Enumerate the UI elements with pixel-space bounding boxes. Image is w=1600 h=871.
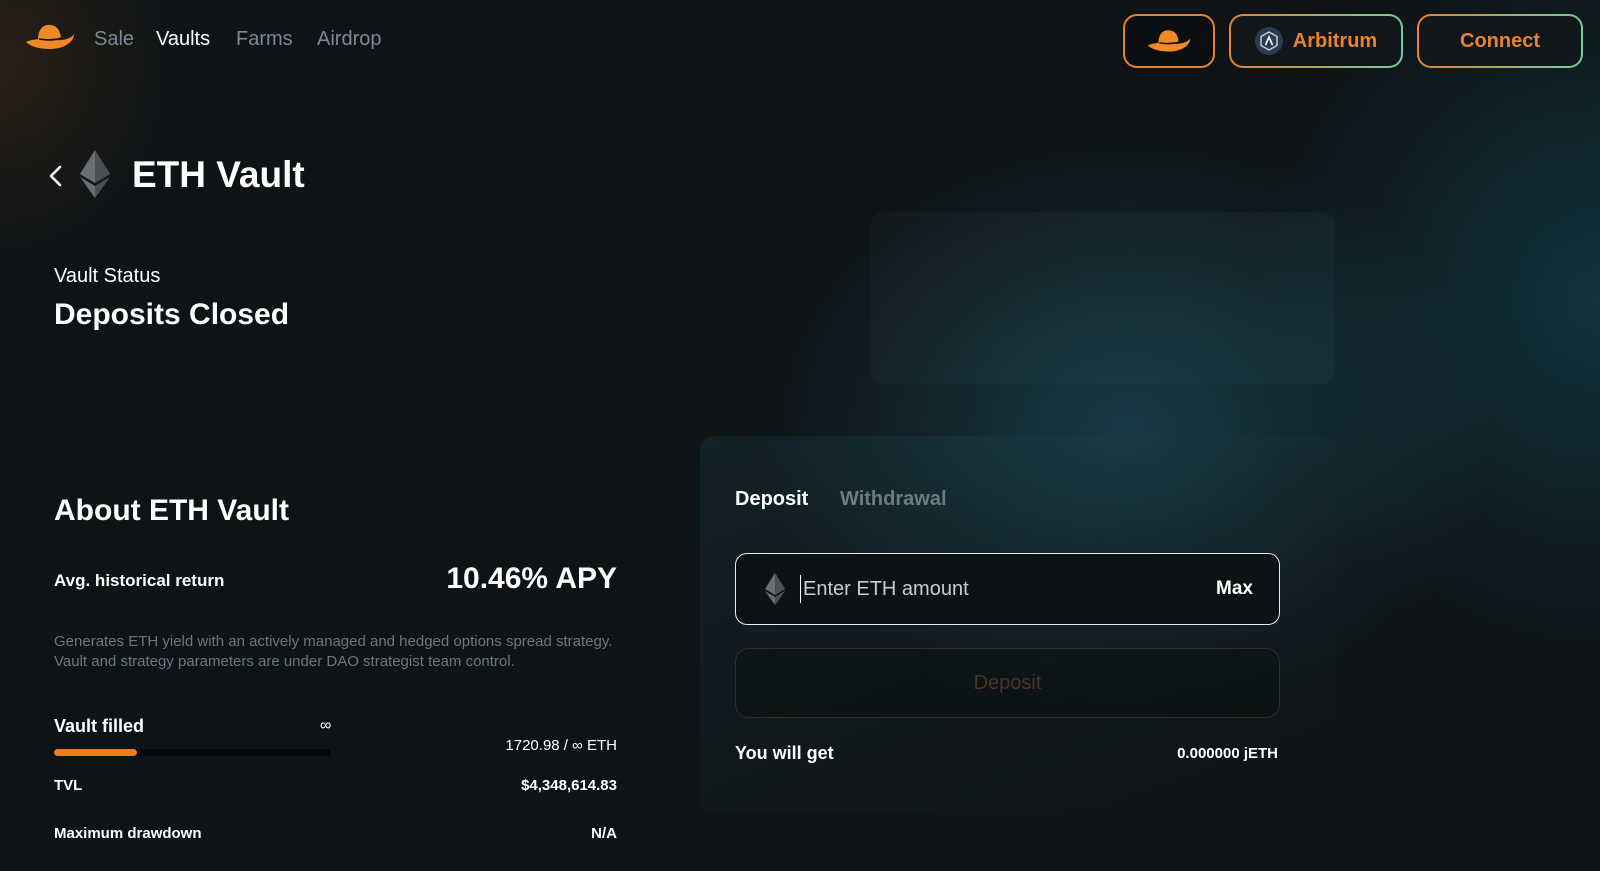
hat-logo-icon[interactable] [24, 20, 76, 54]
tab-deposit[interactable]: Deposit [735, 488, 808, 511]
vault-description: Generates ETH yield with an actively man… [54, 633, 613, 670]
info-panel [870, 212, 1335, 384]
nav-link-sale[interactable]: Sale [94, 28, 134, 51]
apy-value: 10.46% APY [446, 562, 617, 595]
nav-link-vaults[interactable]: Vaults [156, 28, 210, 51]
vault-cap-symbol: ∞ [320, 717, 332, 734]
deposit-button[interactable]: Deposit [735, 648, 1280, 718]
amount-field: Max [735, 553, 1280, 625]
connect-button[interactable]: Connect [1417, 14, 1583, 68]
token-button[interactable] [1123, 14, 1215, 68]
ethereum-icon [765, 573, 785, 605]
hat-logo-icon [1147, 30, 1191, 52]
drawdown-value: N/A [591, 825, 617, 842]
progress-fill [54, 749, 138, 756]
top-nav: Sale Vaults Farms Airdrop Arbitrum Conne… [0, 0, 1600, 80]
vault-filled-label: Vault filled [54, 716, 145, 736]
page-title: ETH Vault [132, 154, 305, 195]
arbitrum-icon [1254, 27, 1283, 55]
connect-label: Connect [1419, 16, 1581, 66]
network-button[interactable]: Arbitrum [1229, 14, 1403, 68]
drawdown-label: Maximum drawdown [54, 825, 202, 842]
max-button[interactable]: Max [1216, 578, 1253, 600]
vault-status-value: Deposits Closed [54, 298, 290, 331]
vault-filled-progress [54, 749, 331, 756]
receive-label: You will get [735, 743, 834, 763]
vault-status-label: Vault Status [54, 265, 161, 287]
nav-link-airdrop[interactable]: Airdrop [317, 28, 381, 51]
ethereum-icon [80, 150, 110, 198]
tab-withdrawal[interactable]: Withdrawal [840, 488, 947, 511]
chevron-left-icon[interactable] [46, 164, 66, 188]
receive-value: 0.000000 jETH [1177, 745, 1278, 762]
tvl-label: TVL [54, 777, 83, 794]
eth-amount-input[interactable] [800, 575, 1217, 603]
tvl-value: $4,348,614.83 [521, 777, 617, 794]
about-title: About ETH Vault [54, 494, 289, 527]
network-label: Arbitrum [1292, 29, 1378, 52]
nav-link-farms[interactable]: Farms [236, 28, 293, 51]
apy-label: Avg. historical return [54, 571, 225, 590]
vault-filled-amount: 1720.98 / ∞ ETH [505, 737, 617, 754]
